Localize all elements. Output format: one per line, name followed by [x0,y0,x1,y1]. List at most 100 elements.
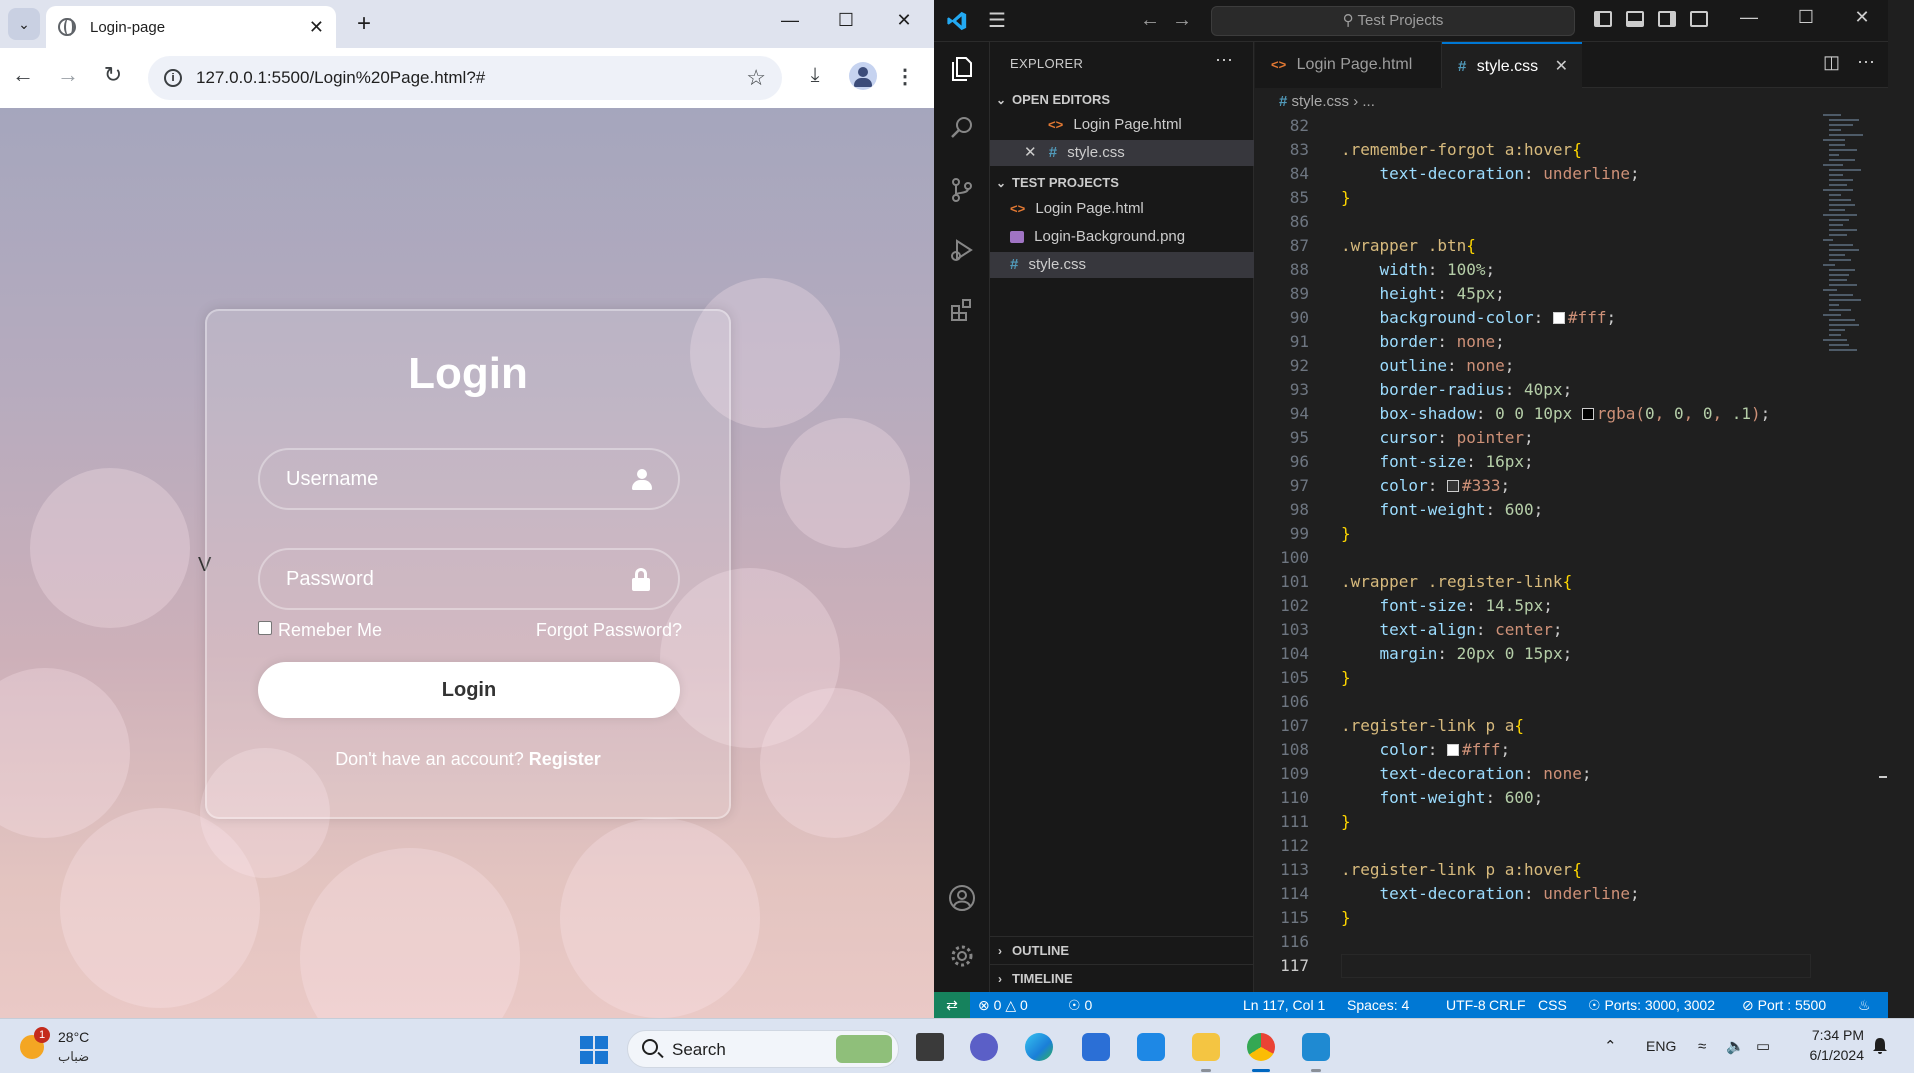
nav-forward-icon[interactable]: → [1172,9,1192,32]
reload-button[interactable]: ↻ [98,62,128,88]
code-line[interactable]: 87 .wrapper .btn{ [1255,234,1476,258]
forward-button[interactable]: → [53,62,83,88]
code-line[interactable]: 114 text-decoration: underline; [1255,882,1640,906]
address-bar[interactable]: i 127.0.0.1:5500/Login%20Page.html?# ☆ [148,56,782,100]
remember-label[interactable]: Remeber Me [278,620,382,641]
start-button-icon[interactable] [580,1036,608,1064]
cursor-position[interactable]: Ln 117, Col 1 [1243,992,1325,1018]
code-line[interactable]: 108 color: #fff; [1255,738,1510,762]
settings-gear-icon[interactable] [948,942,976,970]
command-center-search[interactable]: ⚲ Test Projects [1211,6,1575,36]
open-editor-item[interactable]: <> Login Page.html [990,112,1254,138]
timeline-section[interactable]: › TIMELINE [990,964,1254,992]
code-line[interactable]: 85} [1255,186,1351,210]
site-info-icon[interactable]: i [164,69,182,87]
code-line[interactable]: 99} [1255,522,1351,546]
indentation-status[interactable]: Spaces: 4 [1347,992,1409,1018]
download-icon[interactable]: ⤓ [800,64,830,87]
close-tab-icon[interactable]: ✕ [309,17,324,38]
code-line[interactable]: 113 .register-link p a:hover{ [1255,858,1582,882]
vscode-maximize-button[interactable]: ☐ [1791,7,1821,28]
close-editor-icon[interactable]: ✕ [1024,144,1037,161]
toggle-panel-icon[interactable] [1626,11,1644,27]
source-control-icon[interactable] [948,176,976,204]
file-tree-item[interactable]: # style.css [990,252,1254,278]
minimize-button[interactable]: — [770,10,810,31]
code-line[interactable]: 98 font-weight: 600; [1255,498,1544,522]
live-server-status[interactable]: ⊘ Port : 5500 [1742,992,1826,1018]
code-line[interactable]: 88 width: 100%; [1255,258,1495,282]
back-button[interactable]: ← [8,62,38,88]
vscode-taskbar-icon[interactable] [1302,1033,1330,1061]
code-line[interactable]: 82 [1255,114,1309,138]
code-line[interactable]: 116 [1255,930,1309,954]
chrome-browser-icon[interactable] [1247,1033,1275,1061]
problems-status[interactable]: ⊗ 0 △ 0 [978,992,1028,1018]
teams-chat-icon[interactable] [970,1033,998,1061]
project-folder-header[interactable]: ⌄ TEST PROJECTS [990,172,1254,194]
remote-indicator-icon[interactable]: ⇄ [934,992,970,1018]
code-line[interactable]: 89 height: 45px; [1255,282,1505,306]
code-line[interactable]: 86 [1255,210,1309,234]
browser-tab[interactable]: Login-page ✕ [46,6,336,48]
ports-status[interactable]: ☉ Ports: 3000, 3002 [1588,992,1715,1018]
code-line[interactable]: 115} [1255,906,1351,930]
code-editor[interactable]: 82 83 .remember-forgot a:hover{84 text-dec… [1255,114,1855,1014]
mail-icon[interactable] [1137,1033,1165,1061]
code-line[interactable]: 91 border: none; [1255,330,1505,354]
profile-avatar[interactable] [849,62,877,90]
code-line[interactable]: 111} [1255,810,1351,834]
microsoft-store-icon[interactable] [1082,1033,1110,1061]
search-icon[interactable] [948,114,976,142]
battery-icon[interactable]: ▭ [1756,1019,1770,1073]
code-line[interactable]: 102 font-size: 14.5px; [1255,594,1553,618]
ports-forwarded-status[interactable]: ☉ 0 [1068,992,1092,1018]
open-editors-header[interactable]: ⌄ OPEN EDITORS [990,89,1254,111]
taskbar-search[interactable]: Search [627,1030,899,1068]
eol-status[interactable]: CRLF [1489,992,1526,1018]
code-line[interactable]: 93 border-radius: 40px; [1255,378,1572,402]
remember-checkbox[interactable] [258,621,272,635]
encoding-status[interactable]: UTF-8 [1446,992,1486,1018]
code-line[interactable]: 117 [1255,954,1309,978]
nav-back-icon[interactable]: ← [1140,9,1160,32]
notification-bell-icon[interactable] [1872,1037,1888,1055]
code-line[interactable]: 96 font-size: 16px; [1255,450,1534,474]
split-editor-icon[interactable]: ◫ [1823,52,1840,73]
code-line[interactable]: 84 text-decoration: underline; [1255,162,1640,186]
file-explorer-icon[interactable] [1192,1033,1220,1061]
register-link[interactable]: Register [529,749,601,769]
code-line[interactable]: 101 .wrapper .register-link{ [1255,570,1572,594]
breadcrumb-symbol[interactable]: ... [1362,93,1375,110]
code-line[interactable]: 92 outline: none; [1255,354,1515,378]
code-line[interactable]: 107 .register-link p a{ [1255,714,1524,738]
code-line[interactable]: 100 [1255,546,1309,570]
code-line[interactable]: 106 [1255,690,1309,714]
customize-layout-icon[interactable] [1690,11,1708,27]
file-tree-item[interactable]: Login-Background.png [990,224,1254,250]
language-mode[interactable]: CSS [1538,992,1567,1018]
breadcrumb-file[interactable]: style.css [1292,93,1350,110]
code-line[interactable]: 109 text-decoration: none; [1255,762,1591,786]
task-view-icon[interactable] [916,1033,944,1061]
run-debug-icon[interactable] [948,236,976,264]
close-window-button[interactable]: ✕ [884,10,924,31]
login-button[interactable]: Login [258,662,680,718]
accounts-icon[interactable] [948,884,976,912]
code-line[interactable]: 83 .remember-forgot a:hover{ [1255,138,1582,162]
forgot-password-link[interactable]: Forgot Password? [536,620,682,641]
outline-section[interactable]: › OUTLINE [990,936,1254,964]
weather-widget[interactable]: 1 28°C ضباب [18,1027,138,1067]
editor-more-icon[interactable]: ⋯ [1857,52,1875,73]
code-line[interactable]: 103 text-align: center; [1255,618,1562,642]
code-line[interactable]: 105} [1255,666,1351,690]
toggle-sidebar-icon[interactable] [1594,11,1612,27]
vscode-minimize-button[interactable]: — [1734,7,1764,28]
tab-login-page-html[interactable]: <> Login Page.html [1255,42,1442,88]
code-line[interactable]: 90 background-color: #fff; [1255,306,1616,330]
tab-search-button[interactable]: ⌄ [8,8,40,40]
code-line[interactable]: 110 font-weight: 600; [1255,786,1543,810]
code-line[interactable]: 112 [1255,834,1309,858]
file-tree-item[interactable]: <> Login Page.html [990,196,1254,222]
wifi-icon[interactable]: ≈ [1698,1019,1706,1073]
